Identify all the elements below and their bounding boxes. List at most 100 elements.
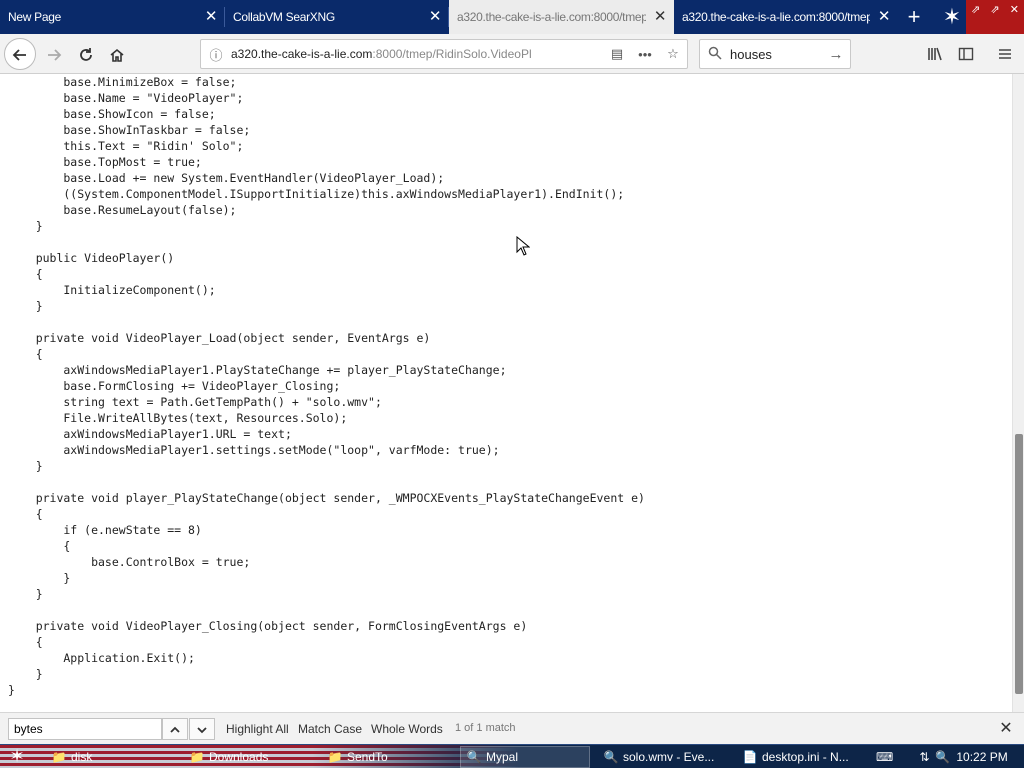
taskbar: ✶ 📁 disk 📁 Downloads 📁 SendTo 🔍 Mypal 🔍 … (0, 744, 1024, 768)
code-line: string text = Path.GetTempPath() + "solo… (8, 395, 382, 409)
find-bar: Highlight All Match Case Whole Words 1 o… (0, 712, 1024, 744)
folder-icon: 📁 (189, 750, 205, 764)
taskbar-item-label: Mypal (486, 750, 519, 764)
taskbar-item-downloads[interactable]: 📁 Downloads (184, 746, 320, 768)
find-status: 1 of 1 match (455, 722, 516, 734)
code-line: this.Text = "Ridin' Solo"; (8, 139, 244, 153)
taskbar-item-mypal[interactable]: 🔍 Mypal (460, 746, 590, 768)
url-bar[interactable]: ⓘ a320.the-cake-is-a-lie.com:8000/tmep/R… (200, 39, 688, 69)
taskbar-item-disk[interactable]: 📁 disk (46, 746, 182, 768)
page-content[interactable]: base.MinimizeBox = false; base.Name = "V… (0, 74, 1012, 712)
tab-label: New Page (8, 10, 61, 24)
tab-a320-active[interactable]: a320.the-cake-is-a-lie.com:8000/tmep ✕ (449, 0, 674, 34)
code-line: { (8, 347, 43, 361)
code-line: base.TopMost = true; (8, 155, 202, 169)
forward-button[interactable] (38, 38, 70, 70)
close-icon[interactable]: ✕ (996, 719, 1016, 739)
search-icon (700, 46, 730, 63)
tab-new-page[interactable]: New Page ✕ (0, 0, 225, 34)
code-line: { (8, 507, 43, 521)
taskbar-item-sendto[interactable]: 📁 SendTo (322, 746, 456, 768)
maximize-icon[interactable]: ⇗ (990, 3, 999, 16)
tab-label: CollabVM SearXNG (233, 10, 335, 24)
code-line: InitializeComponent(); (8, 283, 216, 297)
url-text[interactable]: a320.the-cake-is-a-lie.com:8000/tmep/Rid… (231, 47, 603, 61)
minimize-icon[interactable]: ⇗ (971, 3, 980, 16)
source-code: base.MinimizeBox = false; base.Name = "V… (8, 74, 645, 698)
library-icon[interactable] (920, 38, 950, 70)
code-line: } (8, 299, 43, 313)
code-line: base.MinimizeBox = false; (8, 75, 237, 89)
bookmark-star-icon[interactable]: ☆ (659, 46, 687, 62)
reload-button[interactable] (70, 38, 102, 70)
close-icon[interactable]: ✕ (646, 0, 674, 34)
code-line: base.ShowIcon = false; (8, 107, 216, 121)
search-tray-icon[interactable]: 🔍 (935, 750, 950, 764)
search-bar[interactable]: → (699, 39, 851, 69)
code-line: private void VideoPlayer_Closing(object … (8, 619, 528, 633)
keyboard-icon[interactable]: ⌨ (876, 750, 893, 764)
browser-icon: 🔍 (466, 750, 482, 764)
code-line: { (8, 539, 71, 553)
find-previous-button[interactable] (162, 718, 188, 740)
vertical-scrollbar[interactable] (1012, 74, 1024, 712)
new-tab-button[interactable]: + (898, 0, 930, 34)
code-line: } (8, 459, 43, 473)
code-line: private void VideoPlayer_Load(object sen… (8, 331, 431, 345)
code-line: { (8, 267, 43, 281)
search-go-icon[interactable]: → (822, 46, 850, 63)
network-icon[interactable]: ⇅ (919, 750, 929, 764)
code-line: axWindowsMediaPlayer1.settings.setMode("… (8, 443, 500, 457)
code-line: base.FormClosing += VideoPlayer_Closing; (8, 379, 341, 393)
nav-bar: ⓘ a320.the-cake-is-a-lie.com:8000/tmep/R… (0, 34, 1024, 74)
chevron-down-icon (197, 727, 207, 734)
home-button[interactable] (101, 38, 133, 70)
search-input[interactable] (730, 46, 822, 62)
tab-a320[interactable]: a320.the-cake-is-a-lie.com:8000/tmep ✕ (674, 0, 898, 34)
taskbar-item-label: desktop.ini - N... (762, 750, 849, 764)
notepad-icon: 📄 (742, 750, 758, 764)
url-path: :8000/tmep/RidinSolo.VideoPl (372, 47, 532, 61)
close-icon[interactable]: ✕ (421, 0, 449, 34)
find-next-button[interactable] (189, 718, 215, 740)
code-line: } (8, 571, 71, 585)
highlight-all-toggle[interactable]: Highlight All (226, 722, 289, 736)
whole-words-toggle[interactable]: Whole Words (371, 722, 443, 736)
search-icon: 🔍 (603, 750, 619, 764)
back-button[interactable] (4, 38, 36, 70)
close-window-icon[interactable]: ✕ (1010, 3, 1019, 16)
arrow-right-icon (48, 49, 62, 61)
taskbar-item-solo-wmv[interactable]: 🔍 solo.wmv - Eve... (598, 746, 732, 768)
code-line: } (8, 683, 15, 697)
find-input[interactable] (8, 718, 162, 740)
clock[interactable]: 10:22 PM (956, 750, 1007, 764)
star-icon[interactable]: ✶ (936, 0, 968, 34)
tab-collabvm-searxng[interactable]: CollabVM SearXNG ✕ (225, 0, 449, 34)
taskbar-item-desktop-ini[interactable]: 📄 desktop.ini - N... (737, 746, 867, 768)
system-tray: ⌨ ⇅ 🔍 10:22 PM (870, 745, 1024, 768)
page-actions-icon[interactable]: ••• (631, 47, 659, 62)
code-line: axWindowsMediaPlayer1.URL = text; (8, 427, 292, 441)
tab-strip: New Page ✕ CollabVM SearXNG ✕ a320.the-c… (0, 0, 1024, 34)
taskbar-item-label: Downloads (209, 750, 269, 764)
start-button[interactable]: ✶ (0, 745, 34, 768)
close-icon[interactable]: ✕ (197, 0, 225, 34)
match-case-toggle[interactable]: Match Case (298, 722, 362, 736)
code-line: base.Name = "VideoPlayer"; (8, 91, 244, 105)
info-icon[interactable]: ⓘ (201, 45, 231, 64)
arrow-left-icon (12, 49, 26, 61)
code-line: ((System.ComponentModel.ISupportInitiali… (8, 187, 625, 201)
taskbar-item-label: SendTo (347, 750, 388, 764)
menu-icon[interactable] (990, 38, 1020, 70)
sidebar-icon[interactable] (951, 38, 981, 70)
url-host: a320.the-cake-is-a-lie.com (231, 47, 373, 61)
scrollbar-thumb[interactable] (1015, 434, 1023, 694)
reader-view-icon[interactable]: ▤ (603, 46, 631, 62)
close-icon[interactable]: ✕ (870, 0, 898, 34)
folder-icon: 📁 (327, 750, 343, 764)
folder-icon: 📁 (51, 750, 67, 764)
